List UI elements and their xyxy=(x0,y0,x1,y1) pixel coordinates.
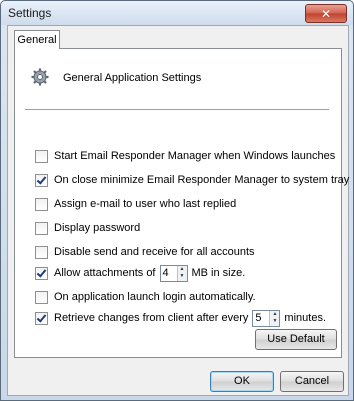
cancel-button[interactable]: Cancel xyxy=(280,371,344,392)
option-label: Allow attachments of xyxy=(54,267,156,279)
checkbox[interactable] xyxy=(35,149,48,163)
option-retrieve-changes[interactable]: Retrieve changes from client after every… xyxy=(35,309,326,327)
use-default-button[interactable]: Use Default xyxy=(255,329,337,350)
chevron-up-icon[interactable]: ▲ xyxy=(177,265,187,273)
checkbox[interactable] xyxy=(35,245,48,259)
divider xyxy=(25,109,329,111)
option-disable-send-receive[interactable]: Disable send and receive for all account… xyxy=(35,244,255,260)
stepper-value[interactable]: 5 xyxy=(253,311,269,326)
option-label: Start Email Responder Manager when Windo… xyxy=(54,150,336,162)
dialog-client-area: General General Application Settings Sta… xyxy=(7,25,349,396)
stepper-arrows[interactable]: ▲ ▼ xyxy=(176,265,187,281)
option-label: Retrieve changes from client after every xyxy=(54,312,249,324)
title-bar[interactable]: Settings ✕ xyxy=(1,1,353,25)
option-unit-label: MB in size. xyxy=(191,267,246,279)
checkbox[interactable] xyxy=(35,173,48,187)
option-label: On application launch login automaticall… xyxy=(54,291,256,303)
checkbox[interactable] xyxy=(35,290,48,304)
checkbox[interactable] xyxy=(35,311,48,325)
option-login-automatically[interactable]: On application launch login automaticall… xyxy=(35,289,256,305)
option-assign-last-replied[interactable]: Assign e-mail to user who last replied xyxy=(35,196,236,212)
option-start-with-windows[interactable]: Start Email Responder Manager when Windo… xyxy=(35,148,335,164)
section-title: General Application Settings xyxy=(63,72,202,84)
option-label: On close minimize Email Responder Manage… xyxy=(54,174,350,186)
attachment-size-stepper[interactable]: 4 ▲ ▼ xyxy=(159,264,188,282)
chevron-down-icon[interactable]: ▼ xyxy=(177,273,187,281)
gear-icon xyxy=(31,68,49,86)
close-icon: ✕ xyxy=(320,6,332,21)
option-unit-label: minutes. xyxy=(284,312,326,324)
ok-button[interactable]: OK xyxy=(210,371,274,392)
tab-general[interactable]: General xyxy=(14,30,60,49)
checkbox[interactable] xyxy=(35,197,48,211)
option-allow-attachments[interactable]: Allow attachments of 4 ▲ ▼ MB in size. xyxy=(35,264,246,282)
option-label: Disable send and receive for all account… xyxy=(54,246,255,258)
retrieve-interval-stepper[interactable]: 5 ▲ ▼ xyxy=(252,309,281,327)
stepper-value[interactable]: 4 xyxy=(161,266,177,281)
stepper-arrows[interactable]: ▲ ▼ xyxy=(269,310,280,326)
general-tab-panel: General Application Settings Start Email… xyxy=(14,48,349,358)
chevron-up-icon[interactable]: ▲ xyxy=(270,310,280,318)
checkbox[interactable] xyxy=(35,266,48,280)
checkbox[interactable] xyxy=(35,221,48,235)
option-display-password[interactable]: Display password xyxy=(35,220,140,236)
option-label: Assign e-mail to user who last replied xyxy=(54,198,237,210)
window-title: Settings xyxy=(8,6,52,20)
close-button[interactable]: ✕ xyxy=(305,4,347,23)
chevron-down-icon[interactable]: ▼ xyxy=(270,318,280,326)
option-label: Display password xyxy=(54,222,141,234)
settings-window: Settings ✕ General General Application S… xyxy=(0,0,354,401)
option-minimize-to-tray[interactable]: On close minimize Email Responder Manage… xyxy=(35,172,349,188)
